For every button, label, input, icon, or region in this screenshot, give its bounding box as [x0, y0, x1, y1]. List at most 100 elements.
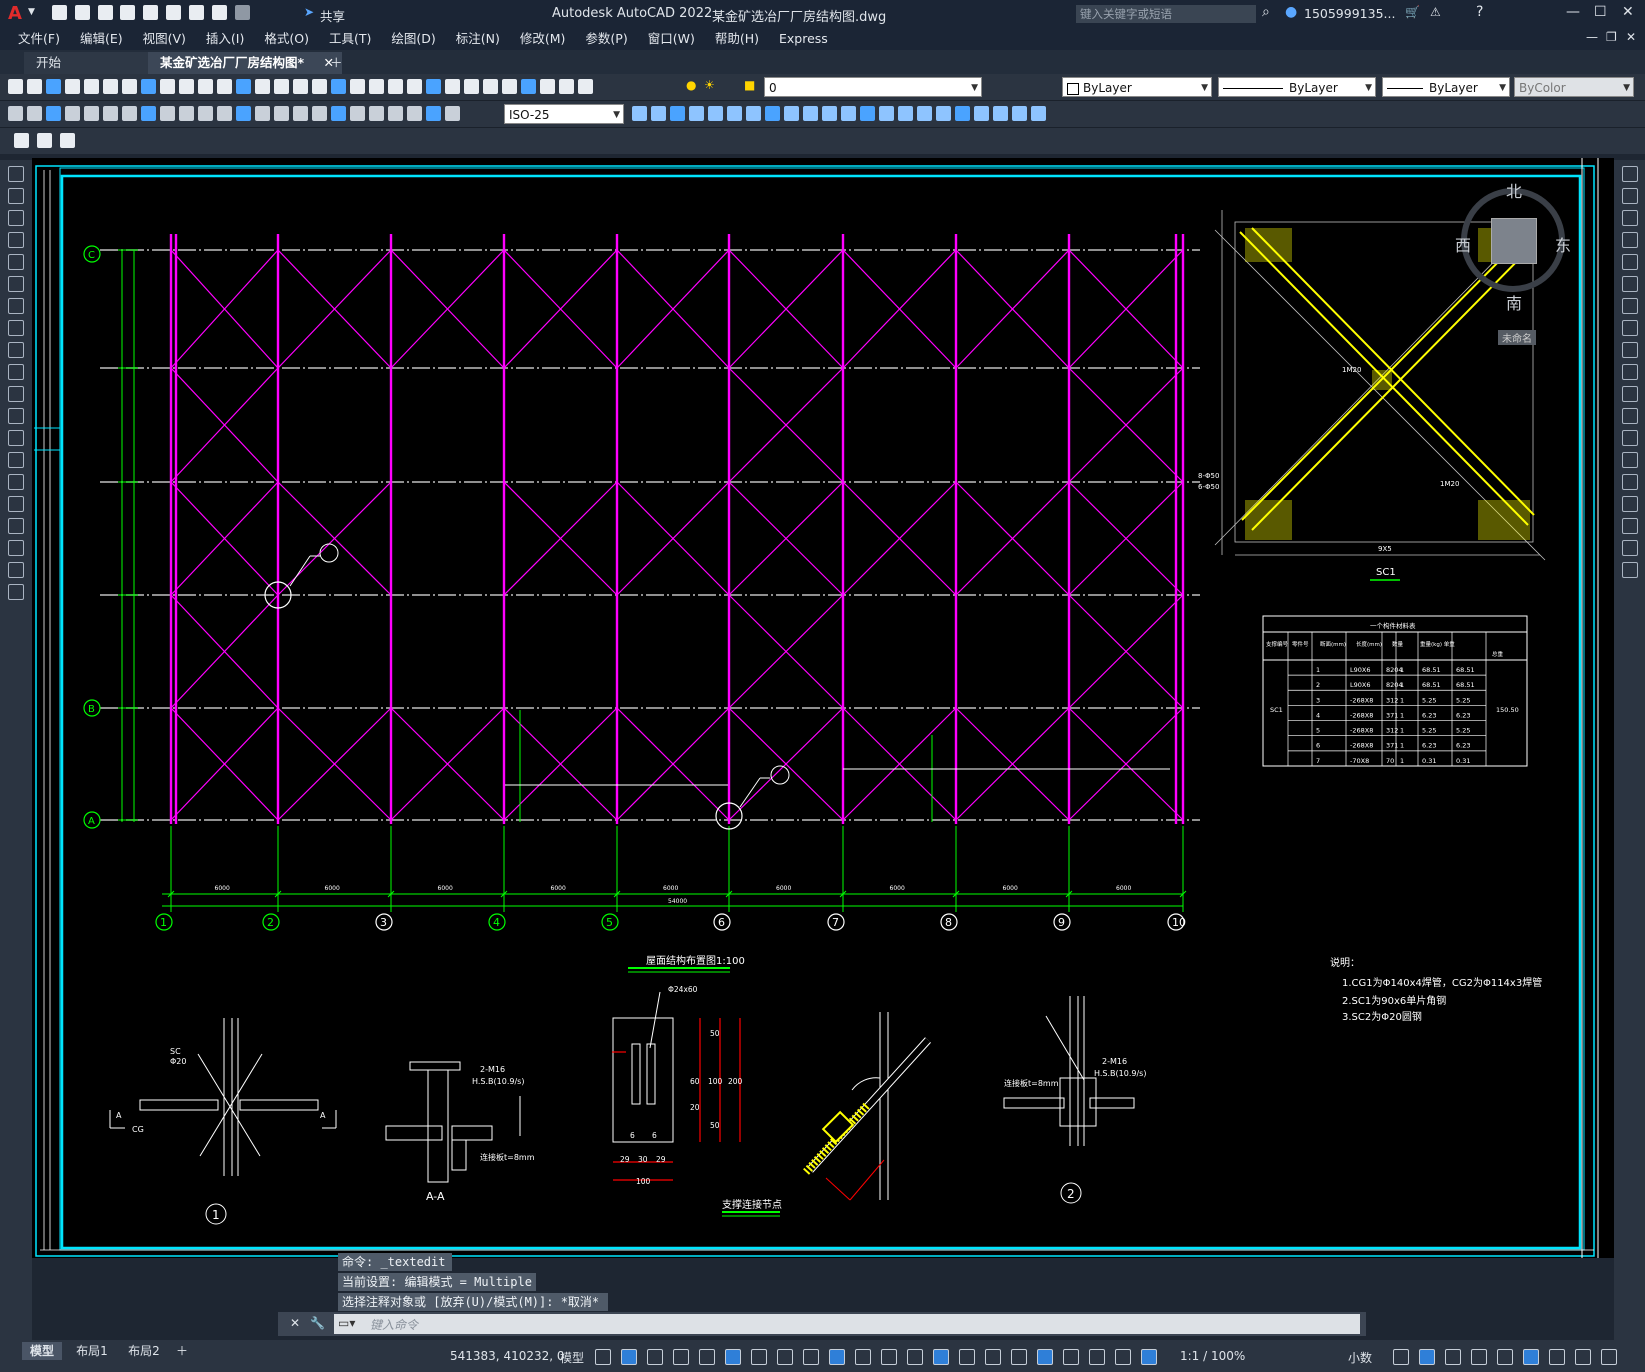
draw-tool-icon[interactable]	[8, 584, 24, 600]
status-toggle-icon[interactable]	[881, 1349, 897, 1365]
status-toggle-icon[interactable]	[1037, 1349, 1053, 1365]
dimension-tool-icon[interactable]	[160, 106, 175, 121]
modify-tool-icon[interactable]	[1621, 496, 1638, 512]
toolbar-tool-icon[interactable]	[84, 79, 99, 94]
status-toggle-icon[interactable]	[1089, 1349, 1105, 1365]
status-toggle-icon[interactable]	[829, 1349, 845, 1365]
modify-tool-icon[interactable]	[727, 106, 742, 121]
menu-item[interactable]: 修改(M)	[510, 28, 576, 50]
status-toggle-icon[interactable]	[1011, 1349, 1027, 1365]
dimension-tool-icon[interactable]	[293, 106, 308, 121]
modify-tool-icon[interactable]	[1621, 342, 1638, 358]
modify-tool-icon[interactable]	[1031, 106, 1046, 121]
layer-tool-icon[interactable]	[14, 133, 29, 148]
toolbar-tool-icon[interactable]	[331, 79, 346, 94]
search-icon[interactable]: ⌕	[1262, 4, 1270, 20]
share-icon[interactable]: ➤	[304, 5, 314, 19]
modify-tool-icon[interactable]	[860, 106, 875, 121]
modify-tool-icon[interactable]	[1621, 166, 1638, 182]
toolbar-tool-icon[interactable]	[65, 79, 80, 94]
draw-tool-icon[interactable]	[8, 188, 24, 204]
menu-item[interactable]: Express	[769, 28, 838, 50]
command-settings-icon[interactable]: 🔧	[310, 1316, 325, 1330]
autocad-logo-icon[interactable]: A	[8, 3, 22, 24]
color-dropdown[interactable]: ByLayer ▼	[1062, 77, 1212, 97]
toolbar-tool-icon[interactable]	[464, 79, 479, 94]
modify-tool-icon[interactable]	[1621, 232, 1638, 248]
toolbar-tool-icon[interactable]	[578, 79, 593, 94]
draw-tool-icon[interactable]	[8, 430, 24, 446]
tab-drawing[interactable]: 某金矿选冶厂厂房结构图* ✕	[148, 52, 342, 74]
dimension-tool-icon[interactable]	[217, 106, 232, 121]
toolbar-tool-icon[interactable]	[255, 79, 270, 94]
modify-tool-icon[interactable]	[1621, 430, 1638, 446]
viewcube-south[interactable]: 南	[1506, 290, 1522, 314]
undo-icon[interactable]	[211, 5, 227, 20]
dimension-tool-icon[interactable]	[274, 106, 289, 121]
status-toggle-icon[interactable]	[1419, 1349, 1435, 1365]
dimension-tool-icon[interactable]	[236, 106, 251, 121]
doc-close-icon[interactable]: ✕	[1626, 30, 1636, 44]
modify-tool-icon[interactable]	[1621, 320, 1638, 336]
user-icon[interactable]: ●	[1285, 4, 1297, 20]
dimension-tool-icon[interactable]	[312, 106, 327, 121]
draw-tool-icon[interactable]	[8, 496, 24, 512]
toolbar-tool-icon[interactable]	[198, 79, 213, 94]
draw-tool-icon[interactable]	[8, 562, 24, 578]
modify-tool-icon[interactable]	[746, 106, 761, 121]
status-toggle-icon[interactable]	[985, 1349, 1001, 1365]
menu-item[interactable]: 工具(T)	[319, 28, 381, 50]
toolbar-tool-icon[interactable]	[388, 79, 403, 94]
status-toggle-icon[interactable]	[1115, 1349, 1131, 1365]
dimension-tool-icon[interactable]	[331, 106, 346, 121]
open-web-icon[interactable]	[143, 5, 159, 20]
layout-tab-2[interactable]: 布局2	[122, 1342, 166, 1360]
menu-item[interactable]: 编辑(E)	[70, 28, 133, 50]
modify-tool-icon[interactable]	[1621, 408, 1638, 424]
dimension-tool-icon[interactable]	[426, 106, 441, 121]
dimension-tool-icon[interactable]	[141, 106, 156, 121]
share-button[interactable]: 共享	[320, 6, 345, 25]
draw-tool-icon[interactable]	[8, 540, 24, 556]
dimension-tool-icon[interactable]	[46, 106, 61, 121]
status-toggle-icon[interactable]	[1063, 1349, 1079, 1365]
layer-tool-icon[interactable]	[59, 133, 75, 148]
viewcube-east[interactable]: 东	[1555, 232, 1571, 256]
menu-item[interactable]: 插入(I)	[196, 28, 254, 50]
status-toggle-icon[interactable]	[751, 1349, 767, 1365]
dimension-tool-icon[interactable]	[407, 106, 422, 121]
draw-tool-icon[interactable]	[8, 276, 24, 292]
open-file-icon[interactable]	[74, 5, 90, 20]
toolbar-tool-icon[interactable]	[350, 79, 365, 94]
dimstyle-dropdown[interactable]: ISO-25 ▼	[504, 104, 624, 124]
modify-tool-icon[interactable]	[689, 106, 704, 121]
status-toggle-icon[interactable]	[647, 1349, 663, 1365]
autodesk-app-icon[interactable]: ⚠	[1430, 5, 1441, 19]
drawing-canvas[interactable]: 1 2 3 4 5 6 7 8 9 10 C B A 6000 6000 6000 6000 6000 6000 6…	[32, 158, 1614, 1258]
layer-tool-icon[interactable]	[36, 133, 52, 148]
menu-item[interactable]: 参数(P)	[575, 28, 637, 50]
status-toggle-icon[interactable]	[699, 1349, 715, 1365]
toolbar-tool-icon[interactable]	[426, 79, 441, 94]
modify-tool-icon[interactable]	[1621, 298, 1638, 314]
minimize-button[interactable]: —	[1566, 4, 1580, 20]
toolbar-tool-icon[interactable]	[559, 79, 574, 94]
toolbar-tool-icon[interactable]	[502, 79, 517, 94]
menu-item[interactable]: 绘图(D)	[381, 28, 445, 50]
cart-icon[interactable]: 🛒	[1405, 5, 1420, 19]
draw-tool-icon[interactable]	[8, 232, 24, 248]
modify-tool-icon[interactable]	[1621, 386, 1638, 402]
status-toggle-icon[interactable]	[777, 1349, 793, 1365]
draw-tool-icon[interactable]	[8, 254, 24, 270]
dimension-tool-icon[interactable]	[65, 106, 80, 121]
modify-tool-icon[interactable]	[1621, 518, 1638, 534]
toolbar-tool-icon[interactable]	[293, 79, 308, 94]
modify-tool-icon[interactable]	[784, 106, 799, 121]
modify-tool-icon[interactable]	[670, 106, 685, 121]
status-toggle-icon[interactable]	[1601, 1349, 1617, 1365]
dimension-tool-icon[interactable]	[369, 106, 384, 121]
modify-tool-icon[interactable]	[879, 106, 894, 121]
tab-start[interactable]: 开始	[24, 52, 168, 74]
new-file-icon[interactable]	[52, 5, 67, 20]
dimension-tool-icon[interactable]	[84, 106, 99, 121]
